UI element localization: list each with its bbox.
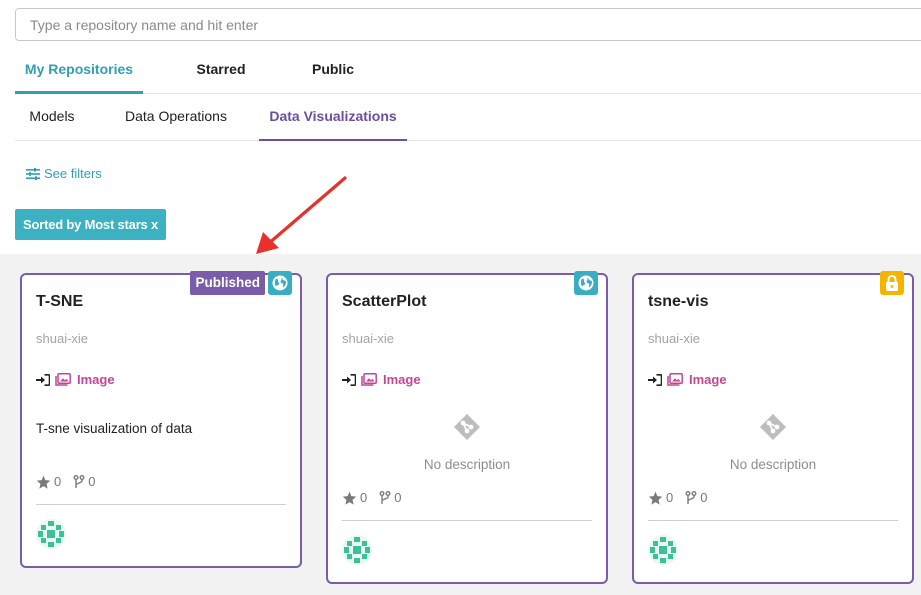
forks-count: 0 bbox=[379, 490, 401, 505]
card-owner[interactable]: shuai-xie bbox=[342, 331, 394, 346]
stars-value: 0 bbox=[666, 490, 674, 505]
card-description: T-sne visualization of data bbox=[36, 421, 193, 436]
card-type: Image bbox=[342, 372, 421, 387]
fork-icon bbox=[73, 474, 85, 488]
see-filters-link[interactable]: See filters bbox=[26, 166, 102, 181]
annotation-arrow bbox=[256, 176, 347, 254]
repository-tabs: My Repositories Starred Public bbox=[15, 48, 921, 94]
filter-sliders-icon bbox=[26, 167, 40, 180]
fork-icon bbox=[685, 490, 697, 504]
stars-count: 0 bbox=[342, 490, 367, 505]
forks-value: 0 bbox=[394, 490, 402, 505]
tab-public[interactable]: Public bbox=[299, 48, 367, 94]
repository-search-box[interactable] bbox=[15, 8, 921, 41]
repository-card-scatterplot[interactable]: ScatterPlot shuai-xie Image No descripti… bbox=[326, 271, 608, 584]
stars-value: 0 bbox=[54, 474, 62, 489]
stars-value: 0 bbox=[360, 490, 368, 505]
star-icon bbox=[36, 475, 51, 489]
repository-card-tsne-vis[interactable]: tsne-vis shuai-xie Image No description … bbox=[632, 271, 914, 584]
forks-value: 0 bbox=[88, 474, 96, 489]
stars-count: 0 bbox=[648, 490, 673, 505]
forks-value: 0 bbox=[700, 490, 708, 505]
tab-my-repositories[interactable]: My Repositories bbox=[15, 48, 143, 94]
avatar[interactable] bbox=[342, 535, 372, 565]
card-stats: 0 0 bbox=[342, 490, 409, 505]
image-icon bbox=[361, 373, 377, 386]
star-icon bbox=[342, 491, 357, 505]
card-title[interactable]: tsne-vis bbox=[648, 293, 708, 311]
repository-type-tabs: Models Data Operations Data Visualizatio… bbox=[15, 94, 921, 141]
card-stats: 0 0 bbox=[36, 474, 103, 489]
card-type-label: Image bbox=[383, 372, 421, 387]
sign-in-icon bbox=[36, 373, 50, 386]
sign-in-icon bbox=[648, 373, 662, 386]
fork-icon bbox=[379, 490, 391, 504]
card-type-label: Image bbox=[77, 372, 115, 387]
forks-count: 0 bbox=[685, 490, 707, 505]
forks-count: 0 bbox=[73, 474, 95, 489]
card-divider bbox=[36, 504, 286, 505]
card-stats: 0 0 bbox=[648, 490, 715, 505]
card-description: No description bbox=[729, 457, 817, 472]
repository-card-tsne[interactable]: Published T-SNE shuai-xie Image T-sne vi… bbox=[20, 271, 302, 568]
tab-starred[interactable]: Starred bbox=[181, 48, 261, 94]
avatar[interactable] bbox=[36, 519, 66, 549]
card-type: Image bbox=[648, 372, 727, 387]
card-divider bbox=[648, 520, 898, 521]
globe-icon bbox=[574, 271, 598, 295]
card-owner[interactable]: shuai-xie bbox=[36, 331, 88, 346]
lock-icon bbox=[880, 271, 904, 295]
sort-badge[interactable]: Sorted by Most stars x bbox=[15, 209, 167, 240]
card-description: No description bbox=[423, 457, 511, 472]
card-title[interactable]: ScatterPlot bbox=[342, 293, 426, 311]
card-type-label: Image bbox=[689, 372, 727, 387]
star-icon bbox=[648, 491, 663, 505]
image-icon bbox=[55, 373, 71, 386]
sign-in-icon bbox=[342, 373, 356, 386]
git-icon bbox=[453, 413, 481, 446]
repository-search-input[interactable] bbox=[16, 9, 921, 40]
tab-data-visualizations[interactable]: Data Visualizations bbox=[259, 94, 407, 141]
tab-data-operations[interactable]: Data Operations bbox=[112, 94, 240, 141]
avatar[interactable] bbox=[648, 535, 678, 565]
card-divider bbox=[342, 520, 592, 521]
stars-count: 0 bbox=[36, 474, 61, 489]
globe-icon bbox=[268, 271, 292, 295]
card-owner[interactable]: shuai-xie bbox=[648, 331, 700, 346]
tab-models[interactable]: Models bbox=[15, 94, 89, 141]
see-filters-label: See filters bbox=[44, 166, 102, 181]
image-icon bbox=[667, 373, 683, 386]
git-icon bbox=[759, 413, 787, 446]
card-type: Image bbox=[36, 372, 115, 387]
card-title[interactable]: T-SNE bbox=[36, 293, 83, 311]
published-badge: Published bbox=[190, 271, 265, 295]
